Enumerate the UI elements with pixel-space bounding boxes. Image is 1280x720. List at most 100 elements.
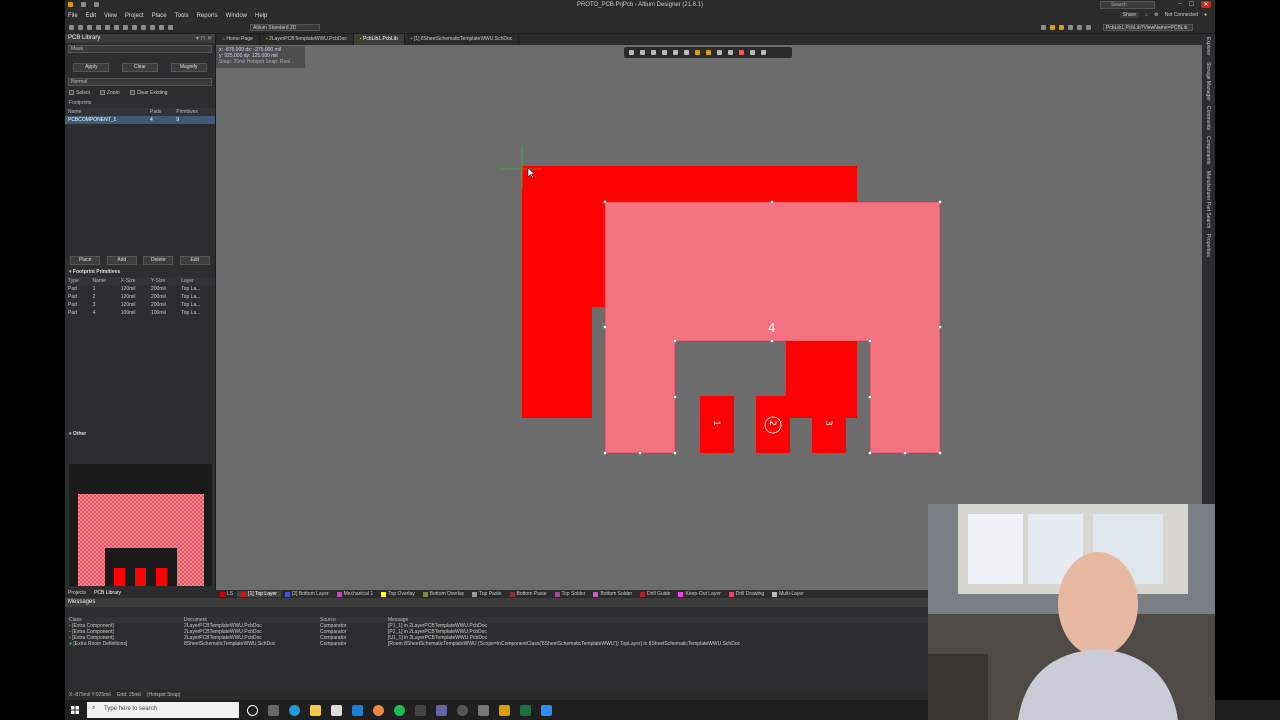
tab-schdoc[interactable]: ▪ [1] 8SheetSchematicTemplateWWU.SchDoc <box>405 34 520 45</box>
col-pads[interactable]: Pads <box>146 108 174 116</box>
copy-icon[interactable] <box>105 25 110 30</box>
filter-mode-select[interactable]: Normal <box>68 78 212 86</box>
footprint-primitives-title[interactable]: ▾ Footprint Primitives <box>65 267 215 277</box>
new-icon[interactable] <box>69 25 74 30</box>
menu-tools[interactable]: Tools <box>175 13 189 19</box>
add-button[interactable]: Add <box>106 256 137 265</box>
windows-start-icon[interactable] <box>71 706 79 714</box>
tab-explorer[interactable]: Explorer <box>1205 37 1211 56</box>
document-path[interactable]: PcbLib1.PcbLib?ViewName=PCBLib <box>1103 24 1193 31</box>
open-icon[interactable] <box>78 25 83 30</box>
col-name[interactable]: Name <box>65 108 147 116</box>
share-button[interactable]: Share <box>1119 12 1140 18</box>
menu-file[interactable]: File <box>68 13 78 19</box>
zoom-icon[interactable] <box>541 705 552 716</box>
align-icon[interactable] <box>662 50 667 55</box>
layer-tab[interactable]: Top Overlay <box>377 591 419 597</box>
menu-edit[interactable]: Edit <box>86 13 96 19</box>
search-input[interactable]: Search <box>1100 1 1155 9</box>
select-rect-icon[interactable] <box>651 50 656 55</box>
region-icon[interactable] <box>739 50 744 55</box>
text-icon[interactable] <box>717 50 722 55</box>
arc-icon[interactable] <box>1086 25 1091 30</box>
tab-home-page[interactable]: ⌂ Home Page <box>216 34 260 45</box>
col-primitives[interactable]: Primitives <box>173 108 215 116</box>
place-button[interactable]: Place <box>70 256 101 265</box>
filter-icon[interactable] <box>629 50 634 55</box>
edit-button[interactable]: Edit <box>179 256 210 265</box>
pad-icon[interactable] <box>1059 25 1064 30</box>
edge-icon[interactable] <box>289 705 300 716</box>
teams-icon[interactable] <box>436 705 447 716</box>
polygon-icon[interactable] <box>761 50 766 55</box>
layer-tab[interactable]: Drill Drawing <box>725 591 768 597</box>
move-icon[interactable] <box>640 50 645 55</box>
gear-icon[interactable]: ⚙ <box>1154 12 1158 18</box>
zoom-checkbox[interactable]: Zoom <box>99 90 120 96</box>
altium-icon[interactable] <box>499 705 510 716</box>
route-icon[interactable] <box>1041 25 1046 30</box>
text-icon[interactable] <box>1068 25 1073 30</box>
minimize-button[interactable]: – <box>1178 1 1181 8</box>
view-config-combo[interactable]: Altium Standard 2D <box>250 24 320 31</box>
clear-button[interactable]: Clear <box>121 63 158 72</box>
layer-tab[interactable]: Top Solder <box>551 591 590 597</box>
layer-tab[interactable]: Top Paste <box>468 591 505 597</box>
layer-tab[interactable]: [2] Bottom Layer <box>281 591 333 597</box>
store-icon[interactable] <box>331 705 342 716</box>
magnify-button[interactable]: Magnify <box>170 63 207 72</box>
col-type[interactable]: Type <box>65 277 90 285</box>
col-name[interactable]: Name <box>89 277 118 285</box>
tab-properties[interactable]: Properties <box>1205 234 1211 257</box>
table-row[interactable]: Pad 3 120mil 200mil Top La... <box>65 301 215 309</box>
dimension-icon[interactable] <box>750 50 755 55</box>
mask-field[interactable]: Mask <box>68 45 212 53</box>
zoom-icon[interactable] <box>87 25 92 30</box>
close-button[interactable]: ✕ <box>1201 1 1211 8</box>
menu-project[interactable]: Project <box>125 13 144 19</box>
table-row[interactable]: Pad 1 120mil 200mil Top La... <box>65 285 215 293</box>
cortana-icon[interactable] <box>247 705 258 716</box>
mail-icon[interactable] <box>352 705 363 716</box>
apply-button[interactable]: Apply <box>73 63 110 72</box>
tab-pcbdoc[interactable]: ▪ 2LayerPCBTemplateWWU.PcbDoc <box>260 34 354 45</box>
app-icon[interactable] <box>415 705 426 716</box>
table-row[interactable]: ● [Extra Room Definitions] 8SheetSchemat… <box>65 641 928 647</box>
line-icon[interactable] <box>728 50 733 55</box>
grid-icon[interactable] <box>168 25 173 30</box>
chrome-icon[interactable] <box>373 705 384 716</box>
layer-tab[interactable]: Multi-Layer <box>768 591 808 597</box>
menu-window[interactable]: Window <box>226 13 247 19</box>
other-section-title[interactable]: ▾ Other <box>65 429 90 439</box>
line-icon[interactable] <box>1077 25 1082 30</box>
via-icon[interactable] <box>1050 25 1055 30</box>
layer-tab[interactable]: Bottom Solder <box>589 591 636 597</box>
redo-icon[interactable] <box>159 25 164 30</box>
layer-tab[interactable]: Bottom Paste <box>506 591 551 597</box>
col-xsize[interactable]: X-Size <box>117 277 148 285</box>
app-icon[interactable] <box>457 705 468 716</box>
table-row[interactable]: Pad 2 120mil 200mil Top La... <box>65 293 215 301</box>
select-icon[interactable] <box>132 25 137 30</box>
delete-button[interactable]: Delete <box>143 256 174 265</box>
component-icon[interactable] <box>673 50 678 55</box>
layer-tab[interactable]: Bottom Overlay <box>419 591 468 597</box>
select-checkbox[interactable]: Select <box>69 90 90 96</box>
undo-icon[interactable] <box>150 25 155 30</box>
route-icon[interactable] <box>684 50 689 55</box>
home-icon[interactable]: ⌂ <box>1145 12 1148 18</box>
layer-tab[interactable]: Drill Guide <box>636 591 674 597</box>
layer-tab[interactable]: LS <box>216 591 237 597</box>
clear-existing-checkbox[interactable]: Clear Existing <box>129 90 168 96</box>
tab-pcb-library[interactable]: PCB Library <box>94 590 121 598</box>
tab-pcblib[interactable]: ▪ PcbLib1.PcbLib <box>353 34 405 45</box>
via-icon[interactable] <box>695 50 700 55</box>
table-row[interactable]: PCBCOMPONENT_1 4 9 <box>65 116 215 124</box>
tab-comments[interactable]: Comments <box>1205 106 1211 130</box>
tab-projects[interactable]: Projects <box>68 590 86 598</box>
cut-icon[interactable] <box>114 25 119 30</box>
panel-controls-icon[interactable]: ▾ ⊓ ✕ <box>196 35 212 42</box>
menu-reports[interactable]: Reports <box>197 13 218 19</box>
connection-status[interactable]: Not Connected <box>1165 12 1198 18</box>
menu-help[interactable]: Help <box>255 13 267 19</box>
